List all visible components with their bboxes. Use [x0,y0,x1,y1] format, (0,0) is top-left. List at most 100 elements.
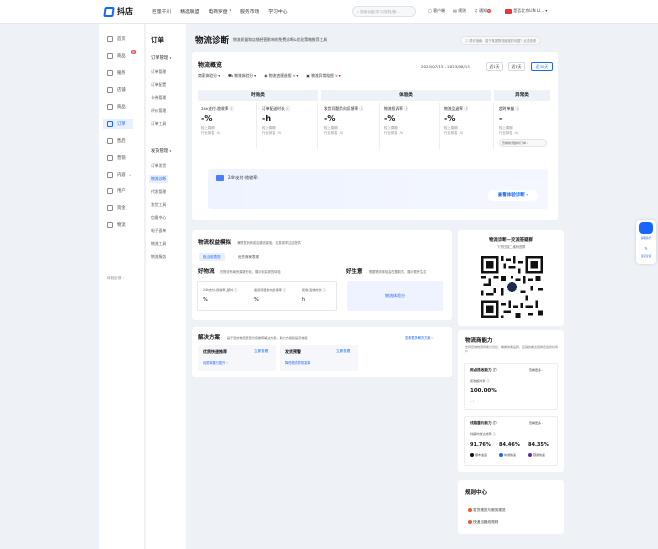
solution-sub[interactable]: 降低物流异常发单 [285,360,311,365]
card-title: 线路履约能力 ⓘ [470,421,497,425]
sidebar-item-aftersale[interactable]: 售后 [107,138,126,144]
user-icon [107,188,113,194]
solution-cta[interactable]: 立即查看 [254,349,268,354]
sidebar-item-service[interactable]: 服务 [107,70,126,76]
subnav-item-package-center[interactable]: 包裹中心 [151,215,166,221]
subnav-item-order-tools[interactable]: 订单工具 [151,121,166,127]
subnav-group-orders[interactable]: 订单管理 ▾ [151,55,171,61]
range-7d-button[interactable]: 近7天 [508,62,525,71]
carrier-zto: 中通快递 [499,453,516,457]
overtime-orders-link[interactable]: 查看物流超时订单 › [499,139,547,147]
subnav-item-order-config[interactable]: 订单配置 [151,82,166,88]
sidebar-item-home[interactable]: 首页 [107,36,126,42]
filter-merchant-score[interactable]: 商家体验分 ▾ [198,73,220,79]
metric-rank: 行业排名 -% [444,131,464,135]
search-placeholder: 搜索功能/学习/规则/服... [360,10,400,14]
date-range[interactable]: 2023/07/15 - 2023/08/13 [421,64,470,69]
metric-label: 24h支付-揽收率 ⓘ [201,106,234,111]
assistant-label[interactable]: 客服助手 [636,236,656,240]
col-value: % [203,297,208,303]
metric-return-rate[interactable]: 物流品退率 ⓘ -% 较上周期 行业排名 -% [441,103,494,149]
metric-complaint-rate[interactable]: 物流投诉率 ⓘ -% 较上周期 行业排名 -% [381,103,440,149]
col-value: h [302,297,306,303]
brand-logo[interactable]: 抖店 [103,6,133,17]
rights-panel: 物流权益模拟 满预发到商或店铺流量值，交易需求注目提供 极当前表现 优先商家表现… [192,230,452,320]
nav-alliance[interactable]: 精选联盟 [180,8,199,15]
helper-tip[interactable]: ⓘ 帮手指南：若于某提物流维度的问题？点击查看 [460,36,542,45]
rules-button[interactable]: ▤ 规则 [453,8,466,14]
nav-learning[interactable]: 学习中心 [268,8,287,15]
subnav-group-shipping[interactable]: 发货管理 ▾ [151,148,171,154]
metric-24h-pickup[interactable]: 24h支付-揽收率 ⓘ -% 较上周期 行业排名 -% [198,103,257,149]
subnav-item-ship-orders[interactable]: 订单发货 [151,163,166,169]
tab-current-performance[interactable]: 极当前表现 [199,253,225,261]
sidebar-item-marketing[interactable]: 营销 [107,155,126,161]
nav-market[interactable]: 服务市场 [240,8,259,15]
metric-overtime-orders[interactable]: 超时单量 ⓘ - 较上周期 行业排名 -% 查看物流超时订单 › [496,103,550,149]
tab-timeliness[interactable]: 时效类 [198,90,318,101]
feedback-label[interactable]: 意见反馈 [636,254,656,258]
sidebar-item-goods[interactable]: 商品 新 [107,50,137,59]
filter-compensation[interactable]: ▣ 物流异常赔偿 ¥ ▾ [306,73,340,79]
solution-card-alert[interactable]: 发货预警 立即查看 降低物流异常发单 [280,345,358,371]
helper-text: 帮手指南：若于某提物流维度的问题？点击查看 [469,39,537,43]
filter-violation[interactable]: ◉ 物流违规造假 ¥ ▾ [264,73,298,79]
sidebar-item-content[interactable]: 内容 ▸ [107,172,131,178]
sidebar-item-funds[interactable]: 资金 [107,205,126,211]
tab-exception[interactable]: 异常类 [494,90,550,101]
subnav-item-review[interactable]: 评价管理 [151,108,166,114]
metric-label: 订单配送时长 ⓘ [262,106,290,111]
sidebar-label: 物流 [117,223,126,228]
sidebar-item-product[interactable]: 商品 [107,104,126,110]
view-diagnosis-button[interactable]: 查看体验诊断 › [488,190,538,201]
notification-button[interactable]: ♫ 通知5 [474,8,491,14]
more-solutions-link[interactable]: 查看更多解决方案 › [405,335,433,340]
solution-cta[interactable]: 立即查看 [336,349,350,354]
rule-link-2[interactable]: 快递当路线规则 [468,520,498,525]
content-icon [107,172,113,178]
range-30d-button[interactable]: 近30天 [531,62,553,71]
solution-sub[interactable]: 优质单推行提升 › [203,360,228,365]
subnav-item-order-manage[interactable]: 订单管理 [151,69,166,75]
view-more-link[interactable]: 查看更多 › [529,368,543,372]
nav-qianchuan[interactable]: 巨量千川 [152,8,171,15]
rule-link-1[interactable]: 发货规范与服务规范 [468,508,506,513]
chevron-down-icon: ▾ [229,8,232,12]
subnav-item-dropship[interactable]: 代发管理 [151,189,166,195]
col-label: 24h支付-揽收率_额外 ⓘ [203,288,238,292]
feedback-icon[interactable]: ✎ [636,246,656,251]
robot-icon[interactable] [639,222,653,234]
subnav-item-logistics-service[interactable]: 物流服务 [151,254,166,260]
account-menu[interactable]: 是否北京LIN LI... ▾ [504,8,547,14]
solution-card-courier[interactable]: 优质快递推荐 立即查看 优质单推行提升 › [198,345,276,371]
metric-negative-feedback[interactable]: 发货问题负向反馈率 ⓘ -% 较上周期 行业排名 -% [321,103,380,149]
metric-value: -% [201,114,213,123]
banner-text: 24h支付-揽收率: [228,175,259,180]
subnav-item-logistics-tools[interactable]: 物流工具 [151,241,166,247]
tab-experience[interactable]: 体验类 [321,90,491,101]
filter-label: 物流异常赔偿 [311,73,334,78]
subnav-item-ship-tools[interactable]: 发货工具 [151,202,166,208]
subnav-item-waybill[interactable]: 电子面单 [151,228,166,234]
subnav-item-logistics-diagnosis[interactable]: 物流诊断 [149,175,169,183]
sidebar-item-shop[interactable]: 店铺 [107,87,126,93]
notification-label: 通知 [479,8,487,13]
range-1d-button[interactable]: 近1天 [486,62,503,71]
rules-panel: 规则中心 发货规范与服务规范 快递当路线规则 [458,480,564,534]
client-button[interactable]: ▢ 客户端 [428,8,445,14]
filter-logistics-score[interactable]: ⛟ 物流体验分 ▾ [228,73,256,79]
search-input[interactable]: ⌕ 搜索功能/学习/规则/服... [352,6,416,17]
sidebar-item-orders[interactable]: 订单 [103,119,133,129]
tab-premium-performance[interactable]: 优先商家表现 [234,253,263,261]
sidebar-label: 用户 [117,189,126,194]
nav-compass[interactable]: 电商罗盘 [208,8,227,15]
subnav-item-coupon[interactable]: 卡券管理 [151,95,166,101]
sidebar-item-users[interactable]: 用户 [107,188,126,194]
feedback-link[interactable]: 体验反馈 › [107,276,124,281]
metric-delivery-time[interactable]: 订单配送时长 ⓘ -h 较上周期 行业排名 -% [259,103,318,149]
view-more-link[interactable]: 查看更多 › [529,421,543,425]
notification-badge: 5 [487,9,491,13]
sidebar-item-logistics[interactable]: 物流 [107,222,126,228]
service-icon [107,70,113,76]
logistics-score-card[interactable]: 物流体验分 [347,281,443,311]
